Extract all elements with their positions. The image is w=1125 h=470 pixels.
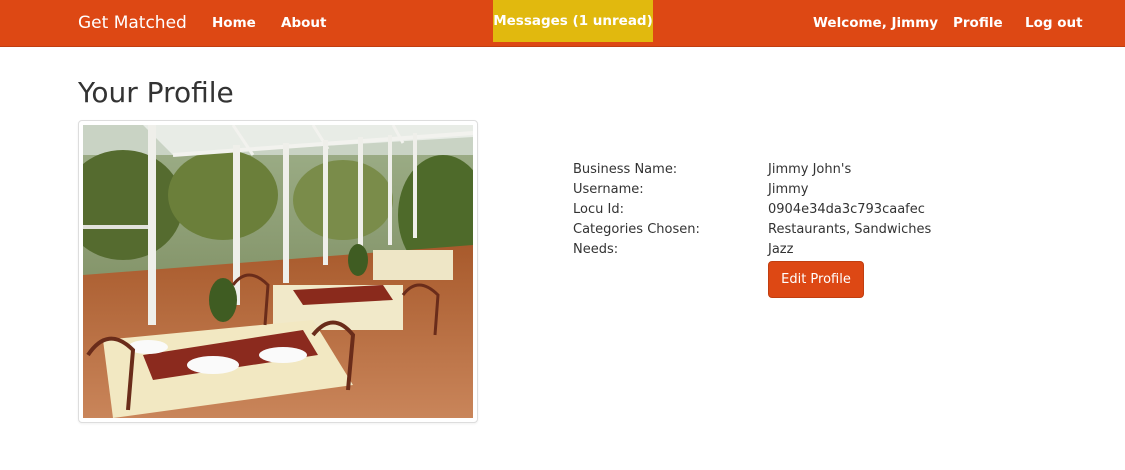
welcome-user-link[interactable]: Welcome, Jimmy [813,0,938,46]
edit-profile-button[interactable]: Edit Profile [768,261,864,298]
locu-id-label: Locu Id: [573,202,624,217]
business-name-label: Business Name: [573,162,678,177]
nav-about-link[interactable]: About [281,0,326,46]
categories-label: Categories Chosen: [573,222,700,237]
messages-button[interactable]: Messages (1 unread) [493,0,653,42]
page-title: Your Profile [78,76,234,109]
needs-value: Jazz [768,242,794,257]
needs-label: Needs: [573,242,619,257]
categories-value: Restaurants, Sandwiches [768,222,932,237]
brand-link[interactable]: Get Matched [78,0,187,46]
logout-link[interactable]: Log out [1025,0,1083,46]
restaurant-photo-image [83,125,473,418]
business-name-value: Jimmy John's [768,162,852,177]
username-value: Jimmy [768,182,809,197]
nav-profile-link[interactable]: Profile [953,0,1003,46]
nav-home-link[interactable]: Home [212,0,256,46]
top-navbar: Get Matched Home About Messages (1 unrea… [0,0,1125,47]
username-label: Username: [573,182,644,197]
profile-photo [78,120,478,423]
locu-id-value: 0904e34da3c793caafec [768,202,925,217]
